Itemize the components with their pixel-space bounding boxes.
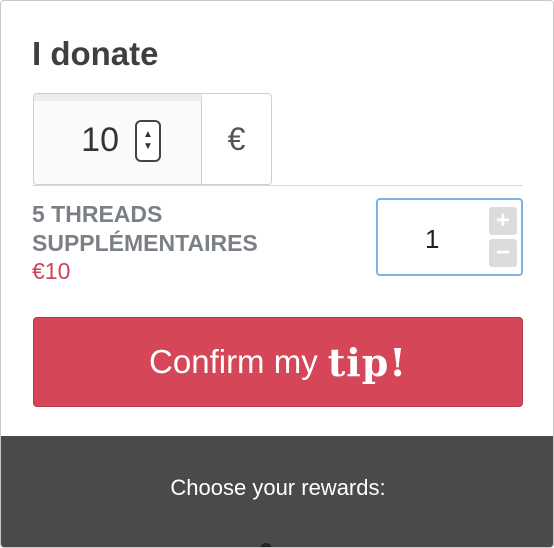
reward-price: €10 <box>32 258 71 284</box>
divider <box>32 185 523 186</box>
donate-title: I donate <box>32 35 159 72</box>
quantity-value: 1 <box>425 224 440 254</box>
amount-input-group: 10 ▲ ▼ € <box>33 93 272 185</box>
currency-addon: € <box>202 94 271 184</box>
chevron-up-icon[interactable]: ▲ <box>143 129 153 141</box>
amount-input[interactable]: 10 ▲ ▼ <box>34 94 202 184</box>
increment-button[interactable]: + <box>489 207 517 235</box>
decrement-button[interactable]: − <box>489 239 517 267</box>
rewards-footer[interactable]: Choose your rewards: <box>1 436 553 547</box>
chevron-down-icon[interactable]: ▼ <box>143 141 153 153</box>
confirm-tip-button[interactable]: Confirm my tip! <box>33 317 523 407</box>
confirm-label: Confirm my <box>149 343 318 380</box>
amount-spinner[interactable]: ▲ ▼ <box>135 120 161 162</box>
rewards-footer-label: Choose your rewards: <box>170 475 386 500</box>
reward-name: 5 THREADS SUPPLÉMENTAIRES <box>32 201 258 256</box>
confirm-emphasis: tip! <box>327 339 407 385</box>
amount-value: 10 <box>81 121 119 159</box>
notch-indicator <box>260 543 272 547</box>
donation-widget: I donate 10 ▲ ▼ € 5 THREADS SUPPLÉMENTAI… <box>0 0 554 548</box>
quantity-stepper[interactable]: 1 + − <box>376 198 523 276</box>
